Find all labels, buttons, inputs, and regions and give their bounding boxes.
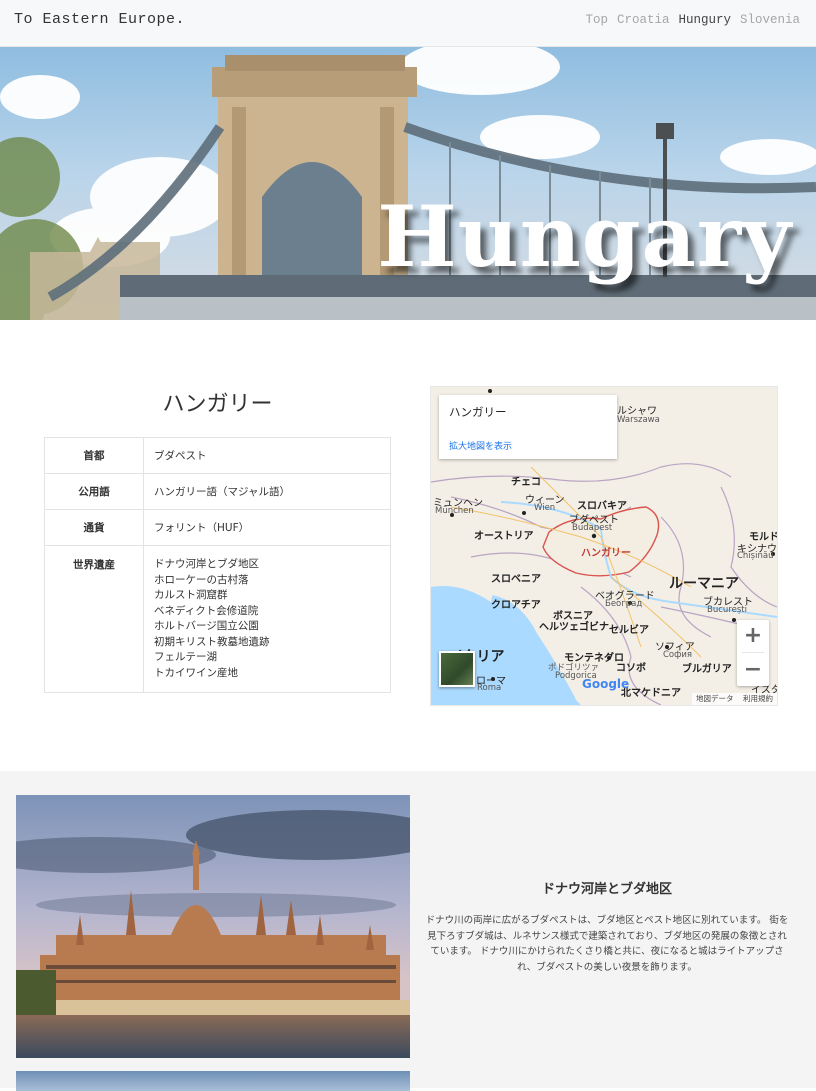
country-title: ハンガリー xyxy=(162,392,273,417)
heritage-item: トカイワイン産地 xyxy=(154,666,238,679)
nav-link-top[interactable]: Top xyxy=(585,13,608,27)
country-facts-table: 首都 ブダペスト 公用語 ハンガリー語（マジャル語） 通貨 フォリント（HUF）… xyxy=(44,437,391,693)
nav-link-croatia[interactable]: Croatia xyxy=(617,13,670,27)
map-label: München xyxy=(435,506,474,516)
hero-title: Hungary xyxy=(377,187,792,286)
map-label: チェコ xyxy=(511,477,541,488)
map-label: София xyxy=(663,650,693,660)
fact-value: ブダペスト xyxy=(143,437,391,474)
fact-value: ハンガリー語（マジャル語） xyxy=(143,473,391,510)
map-terms-link[interactable]: 利用規約 xyxy=(743,694,773,703)
heritage-item: ドナウ河岸とブダ地区 xyxy=(154,558,259,570)
map-label: スロバキア xyxy=(577,501,627,512)
heritage-item: カルスト洞窟群 xyxy=(154,589,228,601)
heritage-item: 初期キリスト教墓地遺跡 xyxy=(154,635,270,648)
feature-title: ドナウ河岸とブダ地区 xyxy=(541,882,672,897)
site-header: To Eastern Europe. Top Croatia Hungury S… xyxy=(0,0,816,47)
map-label: 北マケドニア xyxy=(621,688,681,699)
zoom-divider xyxy=(742,652,764,653)
parliament-photo xyxy=(16,795,410,1058)
table-row: 世界遺産 ドナウ河岸とブダ地区 ホローケーの古村落 カルスト洞窟群 ベネディクト… xyxy=(44,545,391,693)
hero-banner: Hungary xyxy=(0,47,816,320)
nav-link-slovenia[interactable]: Slovenia xyxy=(740,13,800,27)
map-label: コソボ xyxy=(616,663,646,674)
map-label: ルーマニア xyxy=(669,576,739,592)
table-row: 公用語 ハンガリー語（マジャル語） xyxy=(44,473,391,510)
heritage-item: フェルテー湖 xyxy=(154,651,217,663)
nav-link-hungury[interactable]: Hungury xyxy=(678,13,731,27)
map-label: Roma xyxy=(477,683,502,693)
map-data-link[interactable]: 地図データ xyxy=(696,694,734,703)
map-label: București xyxy=(707,605,747,615)
fact-key: 世界遺産 xyxy=(44,545,144,693)
fact-key: 通貨 xyxy=(44,509,144,546)
heritage-item: ホルトバージ国立公園 xyxy=(154,620,259,632)
map-label: Budapest xyxy=(572,523,613,533)
map-label: スロベニア xyxy=(491,574,541,585)
fact-key: 首都 xyxy=(44,437,144,474)
map-label: ブルガリア xyxy=(682,664,732,675)
zoom-in-button[interactable]: + xyxy=(737,620,769,652)
map-label: オーストリア xyxy=(474,531,534,542)
map-label: Београд xyxy=(605,599,643,609)
map-zoom-control: + − xyxy=(737,620,769,686)
feature-description: ドナウ川の両岸に広がるブダペストは、ブダ地区とペスト地区に別れています。 街を見… xyxy=(425,915,789,973)
google-logo: Google xyxy=(582,677,629,691)
map-label-hungary: ハンガリー xyxy=(581,548,631,559)
brand-logo[interactable]: To Eastern Europe. xyxy=(14,11,185,28)
map-footer: 地図データ 利用規約 xyxy=(691,693,777,705)
embedded-map[interactable]: ルシャワ Warszawa チェコ ミュンヘン München ウィーン Wie… xyxy=(430,386,778,706)
map-label: Wien xyxy=(534,503,556,513)
table-row: 通貨 フォリント（HUF） xyxy=(44,509,391,546)
map-info-card: ハンガリー 拡大地図を表示 xyxy=(439,395,617,459)
feature-section: ドナウ河岸とブダ地区 ドナウ川の両岸に広がるブダペストは、ブダ地区とペスト地区に… xyxy=(0,771,816,1091)
map-card-title: ハンガリー xyxy=(449,405,507,419)
heritage-item: ホローケーの古村落 xyxy=(154,573,249,586)
map-label: Chișinău xyxy=(737,551,774,561)
heritage-item: ベネディクト会修道院 xyxy=(154,604,259,617)
map-label: Warszawa xyxy=(617,415,660,425)
table-row: 首都 ブダペスト xyxy=(44,437,391,474)
zoom-out-button[interactable]: − xyxy=(737,654,769,686)
google-logo-text: Google xyxy=(582,677,630,691)
fact-key: 公用語 xyxy=(44,473,144,510)
main-nav: Top Croatia Hungury Slovenia xyxy=(576,13,800,27)
heritage-list: ドナウ河岸とブダ地区 ホローケーの古村落 カルスト洞窟群 ベネディクト会修道院 … xyxy=(143,545,391,693)
fact-value: フォリント（HUF） xyxy=(143,509,391,546)
map-label: ヘルツェゴビナ xyxy=(539,622,609,633)
satellite-toggle-button[interactable] xyxy=(439,651,475,687)
map-label: セルビア xyxy=(609,625,649,636)
secondary-photo xyxy=(16,1071,410,1091)
map-label: クロアチア xyxy=(491,600,541,611)
view-larger-map-link[interactable]: 拡大地図を表示 xyxy=(449,439,512,452)
